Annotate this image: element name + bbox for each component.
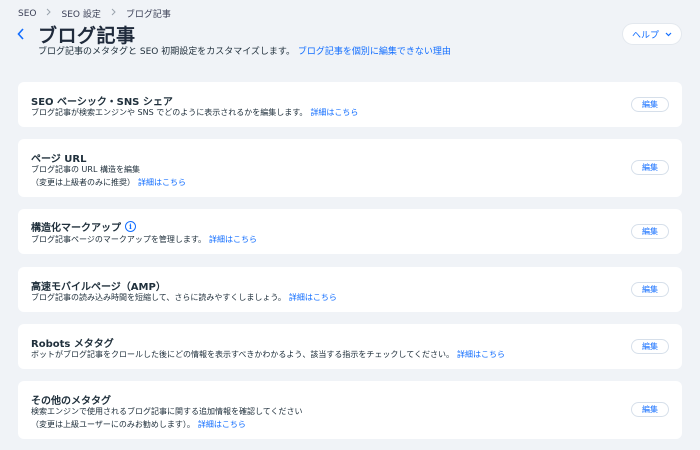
subtitle-text: ブログ記事のメタタグと SEO 初期設定をカスタマイズします。 — [38, 47, 296, 57]
card-desc-line: ブログ記事の URL 構造を編集 — [31, 165, 140, 174]
edit-button[interactable]: 編集 — [631, 224, 669, 239]
breadcrumb-seo[interactable]: SEO — [18, 9, 36, 19]
page-subtitle: ブログ記事のメタタグと SEO 初期設定をカスタマイズします。 ブログ記事を個別… — [38, 44, 451, 57]
card-desc-line: （変更は上級ユーザーにのみお勧めします）。 — [31, 420, 195, 429]
learn-more-link[interactable]: 詳細はこちら — [209, 235, 257, 244]
learn-more-link[interactable]: 詳細はこちら — [198, 420, 246, 429]
card-title-text: 構造化マークアップ — [31, 223, 121, 234]
learn-more-link[interactable]: 詳細はこちら — [457, 350, 505, 359]
back-button[interactable] — [14, 25, 28, 43]
card-desc-line: ブログ記事が検索エンジンや SNS でどのように表示されるかを編集します。 — [31, 108, 308, 117]
card-description: ボットがブログ記事をクロールした後にどの情報を表示すべきかわかるよう、該当する指… — [31, 348, 505, 361]
card-seo-basics: SEO ベーシック・SNS シェア ブログ記事が検索エンジンや SNS でどのよ… — [18, 82, 682, 127]
card-page-url: ページ URL ブログ記事の URL 構造を編集 （変更は上級者のみに推奨） 詳細… — [18, 139, 682, 197]
card-description: 検索エンジンで使用されるブログ記事に関する追加情報を確認してください （変更は上… — [31, 405, 303, 431]
help-button[interactable]: ヘルプ — [623, 24, 681, 44]
learn-more-link[interactable]: 詳細はこちら — [289, 293, 337, 302]
breadcrumb: SEO SEO 設定 ブログ記事 — [18, 7, 171, 21]
card-other-meta: その他のメタタグ 検索エンジンで使用されるブログ記事に関する追加情報を確認してく… — [18, 381, 682, 439]
edit-button[interactable]: 編集 — [631, 282, 669, 297]
help-label: ヘルプ — [631, 30, 659, 41]
card-desc-line: 検索エンジンで使用されるブログ記事に関する追加情報を確認してください — [31, 407, 303, 416]
card-description: ブログ記事の読み込み時間を短縮して、さらに読みやすくしましょう。 詳細はこちら — [31, 291, 337, 304]
card-structured-markup: 構造化マークアップ i ブログ記事ページのマークアップを管理します。 詳細はこちら… — [18, 209, 682, 254]
card-desc-line: ボットがブログ記事をクロールした後にどの情報を表示すべきかわかるよう、該当する指… — [31, 350, 454, 359]
card-amp: 高速モバイルページ（AMP） ブログ記事の読み込み時間を短縮して、さらに読みやす… — [18, 267, 682, 312]
breadcrumb-blog-posts: ブログ記事 — [125, 10, 171, 20]
chevron-left-icon — [17, 25, 25, 44]
chevron-down-icon — [665, 32, 672, 37]
learn-more-link[interactable]: 詳細はこちら — [138, 178, 186, 187]
learn-more-link[interactable]: 詳細はこちら — [310, 108, 358, 117]
breadcrumb-seo-settings[interactable]: SEO 設定 — [61, 7, 100, 20]
card-desc-line: ブログ記事の読み込み時間を短縮して、さらに読みやすくしましょう。 — [31, 293, 286, 302]
card-description: ブログ記事ページのマークアップを管理します。 詳細はこちら — [31, 233, 257, 246]
card-title: 構造化マークアップ i — [31, 219, 136, 234]
card-desc-line: ブログ記事ページのマークアップを管理します。 — [31, 235, 207, 244]
edit-button[interactable]: 編集 — [631, 97, 669, 112]
chevron-right-icon — [111, 8, 116, 19]
card-description: ブログ記事が検索エンジンや SNS でどのように表示されるかを編集します。 詳細は… — [31, 106, 358, 119]
chevron-right-icon — [46, 8, 52, 19]
edit-button[interactable]: 編集 — [631, 402, 669, 417]
edit-button[interactable]: 編集 — [631, 160, 669, 175]
edit-button[interactable]: 編集 — [631, 339, 669, 354]
why-cant-edit-link[interactable]: ブログ記事を個別に編集できない理由 — [298, 47, 451, 57]
info-icon[interactable]: i — [125, 221, 136, 232]
card-description: ブログ記事の URL 構造を編集 （変更は上級者のみに推奨） 詳細はこちら — [31, 163, 186, 189]
card-desc-line: （変更は上級者のみに推奨） — [31, 178, 135, 187]
card-robots-meta: Robots メタタグ ボットがブログ記事をクロールした後にどの情報を表示すべき… — [18, 324, 682, 369]
